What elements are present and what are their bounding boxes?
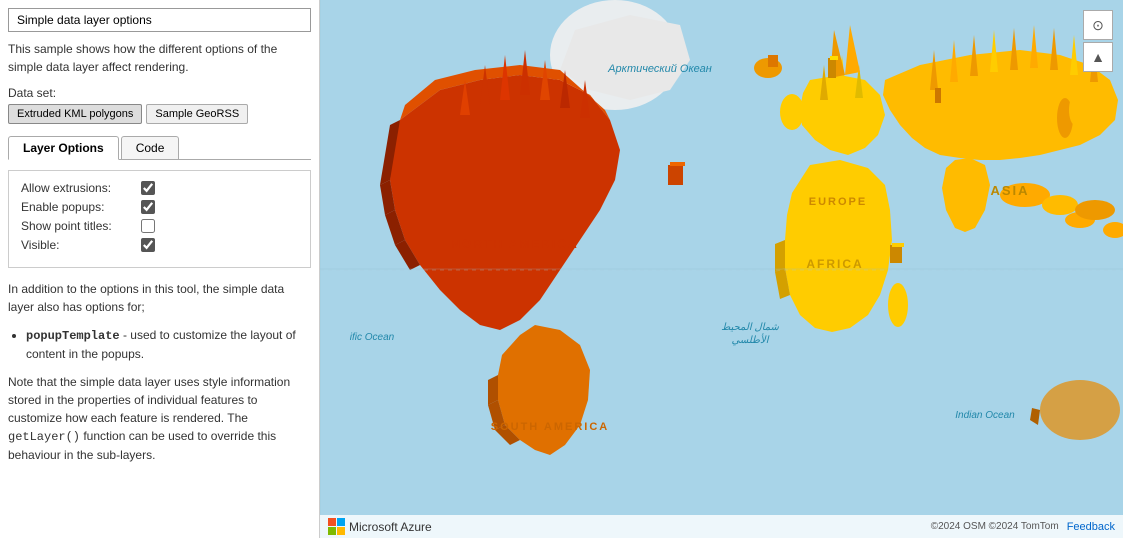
option-allow-extrusions-label: Allow extrusions: bbox=[21, 181, 141, 195]
sq-blue bbox=[328, 527, 336, 535]
svg-text:NORTH AMERICA: NORTH AMERICA bbox=[451, 237, 579, 251]
svg-text:Indian Ocean: Indian Ocean bbox=[955, 410, 1015, 421]
map-footer: Microsoft Azure ©2024 OSM ©2024 TomTom F… bbox=[320, 515, 1123, 538]
azure-squares-icon bbox=[328, 518, 345, 535]
tilt-button[interactable]: ▲ bbox=[1083, 42, 1113, 72]
option-enable-popups-label: Enable popups: bbox=[21, 200, 141, 214]
sq-yellow bbox=[337, 527, 345, 535]
compass-button[interactable]: ⊙ bbox=[1083, 10, 1113, 40]
feedback-link[interactable]: Feedback bbox=[1067, 521, 1115, 533]
bullet-list: popupTemplate - used to customize the la… bbox=[26, 326, 311, 363]
dataset-label: Data set: bbox=[8, 86, 311, 100]
option-show-point-titles-label: Show point titles: bbox=[21, 219, 141, 233]
sq-red bbox=[328, 518, 336, 526]
svg-text:شمال المحيط: شمال المحيط bbox=[721, 322, 779, 333]
option-visible: Visible: bbox=[21, 238, 298, 252]
section-title-box: Simple data layer options bbox=[8, 8, 311, 32]
intro-text: This sample shows how the different opti… bbox=[8, 40, 311, 76]
svg-text:الأطلسي: الأطلسي bbox=[731, 333, 769, 346]
left-panel: Simple data layer options This sample sh… bbox=[0, 0, 320, 538]
map-svg: NORTH AMERICA SOUTH AMERICA EUROPE AFRIC… bbox=[320, 0, 1123, 538]
option-allow-extrusions-checkbox[interactable] bbox=[141, 181, 155, 195]
option-visible-checkbox[interactable] bbox=[141, 238, 155, 252]
dataset-btn-georss[interactable]: Sample GeoRSS bbox=[146, 104, 248, 124]
svg-text:EUROPE: EUROPE bbox=[809, 196, 867, 208]
option-show-point-titles-checkbox[interactable] bbox=[141, 219, 155, 233]
svg-text:AFRICA: AFRICA bbox=[806, 257, 863, 271]
option-enable-popups-checkbox[interactable] bbox=[141, 200, 155, 214]
dataset-btn-kml[interactable]: Extruded KML polygons bbox=[8, 104, 142, 124]
svg-text:ASIA: ASIA bbox=[990, 183, 1029, 198]
map-controls: ⊙ ▲ bbox=[1083, 10, 1113, 72]
svg-text:SOUTH AMERICA: SOUTH AMERICA bbox=[491, 421, 609, 433]
additional-text: In addition to the options in this tool,… bbox=[8, 280, 311, 316]
option-enable-popups: Enable popups: bbox=[21, 200, 298, 214]
bullet-item-0: popupTemplate - used to customize the la… bbox=[26, 326, 311, 363]
tab-code[interactable]: Code bbox=[121, 136, 180, 159]
map-area: NORTH AMERICA SOUTH AMERICA EUROPE AFRIC… bbox=[320, 0, 1123, 538]
option-allow-extrusions: Allow extrusions: bbox=[21, 181, 298, 195]
note-text: Note that the simple data layer uses sty… bbox=[8, 373, 311, 464]
svg-text:ific Ocean: ific Ocean bbox=[350, 332, 395, 343]
section-title: Simple data layer options bbox=[17, 13, 152, 27]
azure-logo-text: Microsoft Azure bbox=[349, 520, 432, 534]
option-visible-label: Visible: bbox=[21, 238, 141, 252]
tab-layer-options[interactable]: Layer Options bbox=[8, 136, 119, 160]
copyright-text: ©2024 OSM ©2024 TomTom bbox=[931, 521, 1059, 532]
option-show-point-titles: Show point titles: bbox=[21, 219, 298, 233]
sq-green bbox=[337, 518, 345, 526]
tab-bar: Layer Options Code bbox=[8, 136, 311, 160]
svg-text:Арктический Океан: Арктический Океан bbox=[607, 63, 712, 75]
options-panel: Allow extrusions: Enable popups: Show po… bbox=[8, 170, 311, 268]
dataset-buttons: Extruded KML polygons Sample GeoRSS bbox=[8, 104, 311, 124]
azure-logo: Microsoft Azure bbox=[328, 518, 432, 535]
bullet-popup-template: popupTemplate - used to customize the la… bbox=[26, 328, 296, 361]
